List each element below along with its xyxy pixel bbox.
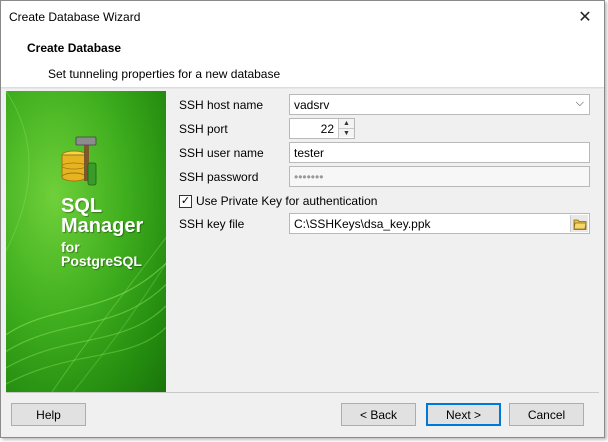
ssh-key-label: SSH key file	[179, 217, 245, 231]
page-title: Create Database	[27, 41, 122, 55]
next-button[interactable]: Next >	[426, 403, 501, 426]
cancel-button[interactable]: Cancel	[509, 403, 584, 426]
ssh-user-label: SSH user name	[179, 146, 264, 160]
page-subtitle: Set tunneling properties for a new datab…	[48, 67, 281, 81]
back-button[interactable]: < Back	[341, 403, 416, 426]
ssh-port-value: 22	[320, 122, 334, 136]
title-bar: Create Database Wizard ✕	[1, 1, 604, 31]
create-database-wizard-window: Create Database Wizard ✕ Create Database…	[0, 0, 605, 438]
ssh-password-label: SSH password	[179, 170, 259, 184]
use-private-key-checkbox[interactable]: ✓ Use Private Key for authentication	[179, 194, 377, 208]
header-divider	[1, 87, 604, 90]
next-button-label: Next >	[445, 407, 481, 422]
ssh-user-input[interactable]: tester	[289, 142, 590, 163]
ssh-key-value: C:\SSHKeys\dsa_key.ppk	[294, 217, 431, 231]
ssh-port-label: SSH port	[179, 122, 228, 136]
browse-folder-icon[interactable]	[570, 215, 588, 232]
ssh-password-value: •••••••	[294, 170, 324, 184]
product-name: SQL Manager for PostgreSQL	[61, 195, 144, 269]
ssh-password-input[interactable]: •••••••	[289, 166, 590, 187]
cancel-button-label: Cancel	[527, 407, 566, 422]
close-icon[interactable]: ✕	[574, 6, 596, 28]
ssh-host-value: vadsrv	[294, 98, 330, 112]
checkmark-icon[interactable]: ✓	[179, 194, 192, 208]
ssh-user-value: tester	[294, 146, 325, 160]
spin-down-icon[interactable]: ▼	[339, 128, 354, 137]
use-private-key-label: Use Private Key for authentication	[196, 194, 378, 208]
spin-up-icon[interactable]: ▲	[339, 119, 354, 128]
product-banner: SQL Manager for PostgreSQL	[6, 91, 166, 392]
ssh-key-file-input[interactable]: C:\SSHKeys\dsa_key.ppk	[289, 213, 590, 234]
help-button[interactable]: Help	[11, 403, 86, 426]
database-hammer-icon	[61, 136, 97, 186]
chevron-down-icon[interactable]: ⌵	[576, 97, 584, 110]
ssh-host-label: SSH host name	[179, 98, 264, 112]
footer-divider	[6, 392, 599, 393]
help-button-label: Help	[36, 407, 61, 422]
port-spin-buttons[interactable]: ▲ ▼	[338, 119, 354, 138]
wizard-header: Create Database Set tunneling properties…	[1, 31, 604, 87]
ssh-port-spinner[interactable]: 22 ▲ ▼	[289, 118, 355, 139]
back-button-label: < Back	[359, 407, 398, 422]
window-title: Create Database Wizard	[9, 10, 141, 24]
ssh-host-combobox[interactable]: vadsrv ⌵	[289, 94, 590, 115]
tunneling-form: SSH host name vadsrv ⌵ SSH port 22 ▲ ▼ S…	[167, 91, 604, 392]
